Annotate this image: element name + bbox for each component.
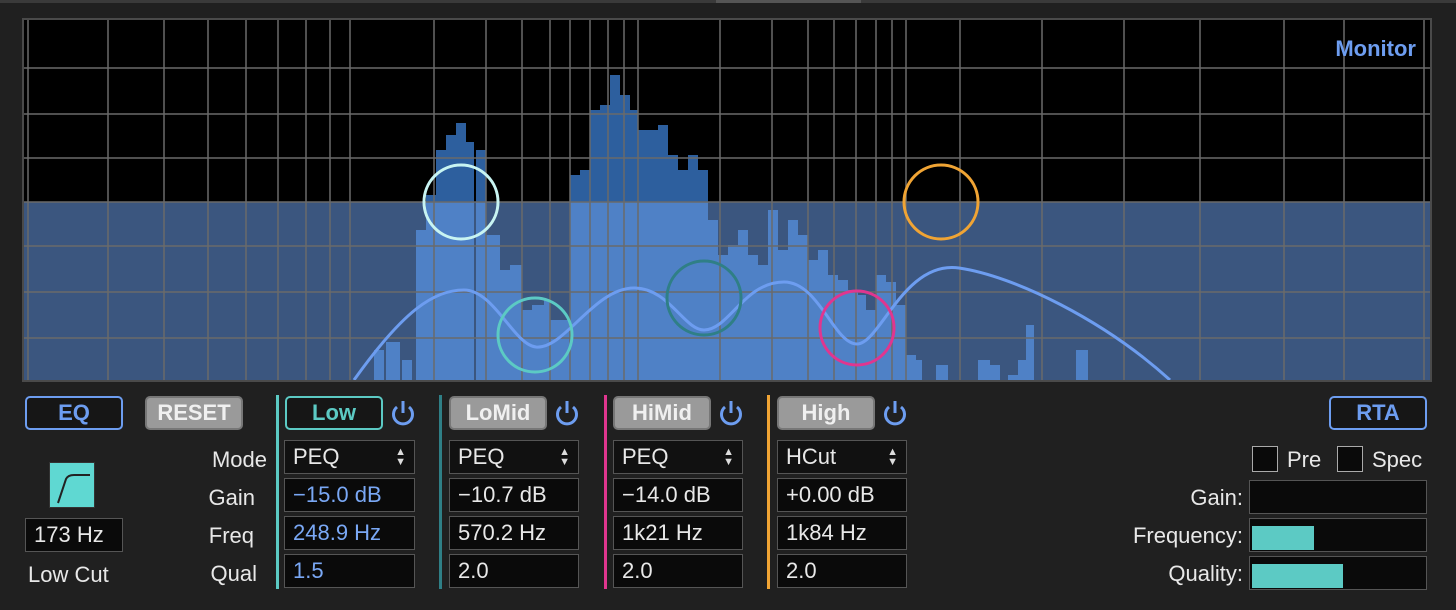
band-himid-mode-value: PEQ bbox=[622, 444, 669, 469]
band-high-color-bar bbox=[767, 395, 770, 589]
top-tab-indicator bbox=[716, 0, 861, 3]
rta-quality-meter[interactable] bbox=[1249, 556, 1427, 590]
band-himid-mode-select[interactable]: PEQ ▲ ▼ bbox=[613, 440, 743, 474]
pre-label: Pre bbox=[1287, 447, 1322, 472]
band-low-button[interactable]: Low bbox=[285, 396, 383, 430]
gain-region-overlay bbox=[24, 202, 1430, 380]
band-himid-qual-field[interactable]: 2.0 bbox=[613, 554, 743, 588]
band-lomid-mode-select[interactable]: PEQ ▲ ▼ bbox=[449, 440, 579, 474]
band-lomid-freq-field[interactable]: 570.2 Hz bbox=[449, 516, 579, 550]
band-himid-color-bar bbox=[604, 395, 607, 589]
band-lomid-mode-value: PEQ bbox=[458, 444, 505, 469]
rta-gain-label: Gain: bbox=[1190, 485, 1243, 510]
band-lomid-qual-field[interactable]: 2.0 bbox=[449, 554, 579, 588]
band-high-freq-field[interactable]: 1k84 Hz bbox=[777, 516, 907, 550]
band-high-button[interactable]: High bbox=[777, 396, 875, 430]
reset-button[interactable]: RESET bbox=[145, 396, 243, 430]
eq-graph-canvas[interactable] bbox=[24, 20, 1430, 380]
qual-row-label: Qual bbox=[210, 561, 257, 586]
low-cut-frequency-field[interactable]: 173 Hz bbox=[25, 518, 123, 552]
rta-quality-meter-fill bbox=[1252, 564, 1343, 588]
freq-row-label: Freq bbox=[208, 523, 254, 548]
spec-checkbox[interactable] bbox=[1337, 446, 1363, 472]
spec-label: Spec bbox=[1372, 447, 1423, 472]
mode-row-label: Mode bbox=[211, 447, 267, 472]
band-lomid-color-bar bbox=[439, 395, 442, 589]
select-arrows-icon: ▲ ▼ bbox=[887, 446, 898, 468]
band-himid-freq-field[interactable]: 1k21 Hz bbox=[613, 516, 743, 550]
low-cut-filter-icon[interactable] bbox=[49, 462, 95, 508]
band-lomid-power-icon[interactable] bbox=[552, 398, 582, 428]
band-himid-power-icon[interactable] bbox=[716, 398, 746, 428]
eq-graph[interactable]: Monitor bbox=[22, 18, 1432, 382]
rta-gain-meter[interactable] bbox=[1249, 480, 1427, 514]
eq-button[interactable]: EQ bbox=[25, 396, 123, 430]
band-high-qual-field[interactable]: 2.0 bbox=[777, 554, 907, 588]
band-high-mode-value: HCut bbox=[786, 444, 837, 469]
low-cut-label: Low Cut bbox=[28, 562, 109, 587]
select-arrows-icon: ▲ ▼ bbox=[559, 446, 570, 468]
monitor-label[interactable]: Monitor bbox=[1335, 36, 1416, 62]
low-cut-curve-icon bbox=[57, 474, 90, 504]
band-high-power-icon[interactable] bbox=[880, 398, 910, 428]
band-himid-gain-field[interactable]: −14.0 dB bbox=[613, 478, 743, 512]
band-low-freq-field[interactable]: 248.9 Hz bbox=[284, 516, 415, 550]
band-high-gain-field[interactable]: +0.00 dB bbox=[777, 478, 907, 512]
band-low-qual-field[interactable]: 1.5 bbox=[284, 554, 415, 588]
pre-checkbox[interactable] bbox=[1252, 446, 1278, 472]
gain-row-label: Gain bbox=[208, 485, 255, 510]
rta-quality-label: Quality: bbox=[1168, 561, 1243, 586]
select-arrows-icon: ▲ ▼ bbox=[723, 446, 734, 468]
band-himid-button[interactable]: HiMid bbox=[613, 396, 711, 430]
band-lomid-gain-field[interactable]: −10.7 dB bbox=[449, 478, 579, 512]
select-arrows-icon: ▲ ▼ bbox=[395, 446, 406, 468]
rta-frequency-meter-fill bbox=[1252, 526, 1314, 550]
band-low-mode-value: PEQ bbox=[293, 444, 340, 469]
rta-frequency-meter[interactable] bbox=[1249, 518, 1427, 552]
band-low-mode-select[interactable]: PEQ ▲ ▼ bbox=[284, 440, 415, 474]
band-low-gain-field[interactable]: −15.0 dB bbox=[284, 478, 415, 512]
band-high-mode-select[interactable]: HCut ▲ ▼ bbox=[777, 440, 907, 474]
band-lomid-button[interactable]: LoMid bbox=[449, 396, 547, 430]
band-low-color-bar bbox=[276, 395, 279, 589]
rta-frequency-label: Frequency: bbox=[1132, 523, 1243, 548]
band-low-power-icon[interactable] bbox=[388, 398, 418, 428]
rta-button[interactable]: RTA bbox=[1329, 396, 1427, 430]
